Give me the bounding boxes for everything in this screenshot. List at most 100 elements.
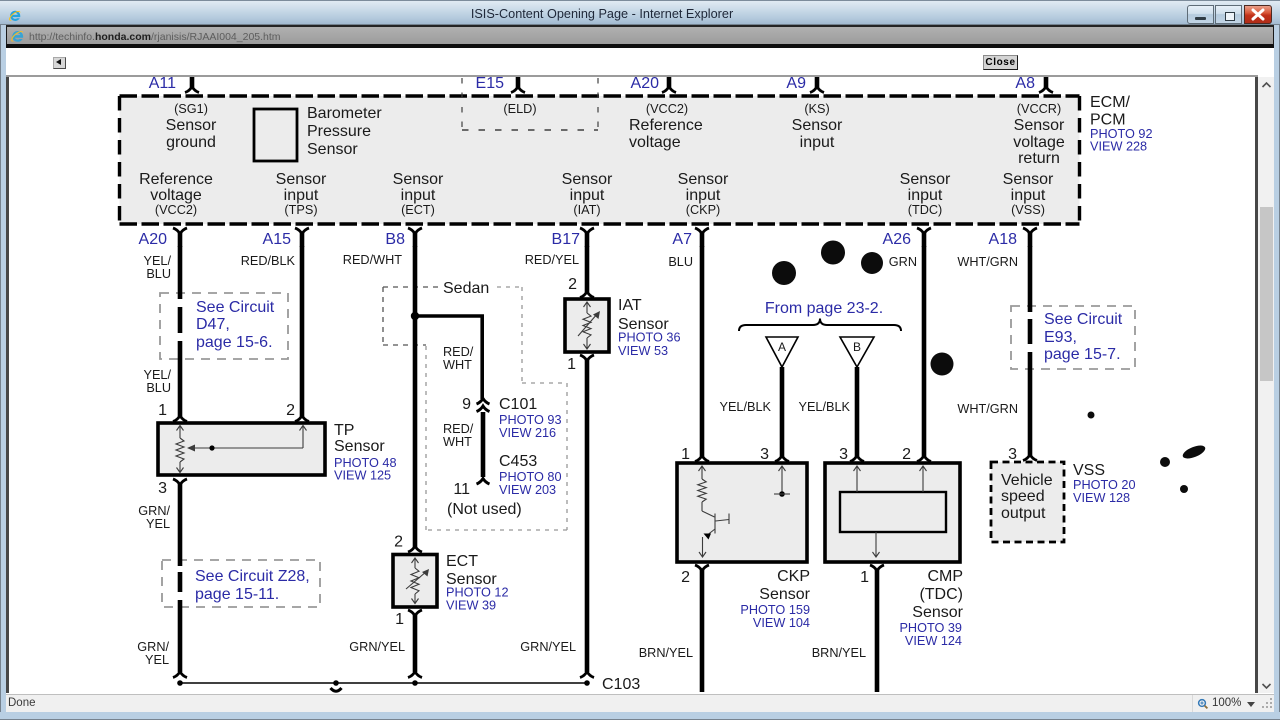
svg-text:Sensor: Sensor bbox=[562, 171, 613, 188]
svg-text:BLU: BLU bbox=[146, 381, 171, 395]
svg-text:Pressure: Pressure bbox=[307, 123, 371, 140]
svg-text:(VSS): (VSS) bbox=[1011, 203, 1045, 217]
svg-text:input: input bbox=[401, 187, 436, 204]
svg-text:YEL/: YEL/ bbox=[143, 368, 171, 382]
svg-text:RED/: RED/ bbox=[443, 422, 474, 436]
svg-text:RED/: RED/ bbox=[443, 345, 474, 359]
svg-text:PHOTO 39: PHOTO 39 bbox=[899, 621, 962, 635]
svg-text:3: 3 bbox=[1008, 446, 1017, 463]
svg-text:Reference: Reference bbox=[139, 171, 213, 188]
svg-text:Sensor: Sensor bbox=[166, 117, 217, 134]
svg-text:C453: C453 bbox=[499, 453, 537, 470]
svg-text:Sensor: Sensor bbox=[759, 586, 810, 603]
svg-text:1: 1 bbox=[681, 446, 690, 463]
svg-text:voltage: voltage bbox=[150, 187, 202, 204]
svg-text:GRN/: GRN/ bbox=[138, 504, 170, 518]
svg-text:(SG1): (SG1) bbox=[174, 102, 208, 116]
svg-text:From page 23-2.: From page 23-2. bbox=[765, 300, 883, 317]
svg-text:A18: A18 bbox=[989, 231, 1018, 248]
svg-text:output: output bbox=[1001, 505, 1046, 522]
svg-text:input: input bbox=[1011, 187, 1046, 204]
svg-text:Sensor: Sensor bbox=[393, 171, 444, 188]
svg-text:IAT: IAT bbox=[618, 297, 642, 314]
svg-text:WHT/GRN: WHT/GRN bbox=[957, 255, 1018, 269]
svg-text:A11: A11 bbox=[149, 75, 176, 92]
svg-text:See Circuit: See Circuit bbox=[196, 299, 275, 316]
svg-text:BRN/YEL: BRN/YEL bbox=[639, 646, 693, 660]
svg-text:1: 1 bbox=[395, 611, 404, 628]
svg-text:RED/WHT: RED/WHT bbox=[343, 253, 402, 267]
svg-text:VIEW 128: VIEW 128 bbox=[1073, 491, 1130, 505]
svg-text:(TPS): (TPS) bbox=[284, 203, 317, 217]
svg-text:PHOTO 20: PHOTO 20 bbox=[1073, 478, 1136, 492]
svg-text:(VCCR): (VCCR) bbox=[1017, 102, 1061, 116]
svg-text:PHOTO 93: PHOTO 93 bbox=[499, 413, 562, 427]
svg-text:voltage: voltage bbox=[629, 134, 681, 151]
svg-text:GRN/: GRN/ bbox=[137, 640, 169, 654]
svg-text:B: B bbox=[853, 340, 861, 354]
svg-text:(CKP): (CKP) bbox=[686, 203, 721, 217]
svg-text:voltage: voltage bbox=[1013, 134, 1065, 151]
svg-text:3: 3 bbox=[760, 446, 769, 463]
svg-text:D47,: D47, bbox=[196, 316, 230, 333]
svg-text:2: 2 bbox=[568, 276, 577, 293]
svg-text:CMP: CMP bbox=[927, 568, 963, 585]
svg-text:RED/YEL: RED/YEL bbox=[525, 253, 579, 267]
svg-text:BLU: BLU bbox=[146, 267, 171, 281]
svg-text:Sensor: Sensor bbox=[678, 171, 729, 188]
svg-text:input: input bbox=[570, 187, 605, 204]
svg-text:See Circuit Z28,: See Circuit Z28, bbox=[195, 568, 310, 585]
svg-text:VIEW 228: VIEW 228 bbox=[1090, 140, 1147, 154]
svg-text:Sensor: Sensor bbox=[792, 117, 843, 134]
svg-text:input: input bbox=[686, 187, 721, 204]
svg-text:9: 9 bbox=[462, 396, 471, 413]
svg-text:See Circuit: See Circuit bbox=[1044, 311, 1123, 328]
svg-text:B8: B8 bbox=[385, 231, 405, 248]
svg-text:1: 1 bbox=[860, 569, 869, 586]
svg-text:(IAT): (IAT) bbox=[573, 203, 600, 217]
svg-text:(Not used): (Not used) bbox=[447, 501, 522, 518]
svg-text:BRN/YEL: BRN/YEL bbox=[812, 646, 866, 660]
svg-text:CKP: CKP bbox=[777, 568, 810, 585]
svg-text:return: return bbox=[1018, 150, 1060, 167]
svg-text:Sensor: Sensor bbox=[1003, 171, 1054, 188]
svg-text:Sensor: Sensor bbox=[1014, 117, 1065, 134]
svg-text:YEL/BLK: YEL/BLK bbox=[799, 400, 851, 414]
svg-text:VIEW 203: VIEW 203 bbox=[499, 483, 556, 497]
svg-text:ECT: ECT bbox=[446, 553, 478, 570]
svg-text:1: 1 bbox=[158, 402, 167, 419]
svg-text:page 15-6.: page 15-6. bbox=[196, 334, 273, 351]
svg-text:VIEW 53: VIEW 53 bbox=[618, 344, 668, 358]
svg-text:GRN/YEL: GRN/YEL bbox=[349, 640, 405, 654]
svg-text:GRN/YEL: GRN/YEL bbox=[520, 640, 576, 654]
svg-text:PHOTO 12: PHOTO 12 bbox=[446, 586, 509, 600]
svg-text:TP: TP bbox=[334, 422, 354, 439]
svg-text:YEL/BLK: YEL/BLK bbox=[720, 400, 772, 414]
svg-text:WHT: WHT bbox=[443, 358, 472, 372]
svg-text:input: input bbox=[800, 134, 835, 151]
svg-text:A20: A20 bbox=[631, 75, 660, 92]
svg-text:VSS: VSS bbox=[1073, 462, 1105, 479]
svg-text:(VCC2): (VCC2) bbox=[646, 102, 688, 116]
svg-text:PHOTO 36: PHOTO 36 bbox=[618, 331, 681, 345]
svg-text:C101: C101 bbox=[499, 396, 537, 413]
svg-text:PCM: PCM bbox=[1090, 112, 1126, 129]
svg-text:Sensor: Sensor bbox=[276, 171, 327, 188]
svg-text:Sensor: Sensor bbox=[334, 438, 385, 455]
svg-text:11: 11 bbox=[453, 481, 470, 498]
svg-text:(KS): (KS) bbox=[804, 102, 829, 116]
svg-text:E15: E15 bbox=[476, 75, 505, 92]
svg-text:WHT: WHT bbox=[443, 435, 472, 449]
svg-text:2: 2 bbox=[681, 569, 690, 586]
svg-text:(TDC): (TDC) bbox=[919, 586, 963, 603]
svg-text:A9: A9 bbox=[786, 75, 806, 92]
svg-text:(ECT): (ECT) bbox=[401, 203, 435, 217]
svg-text:A15: A15 bbox=[263, 231, 292, 248]
svg-text:Sensor: Sensor bbox=[912, 604, 963, 621]
svg-text:2: 2 bbox=[902, 446, 911, 463]
svg-text:Sedan: Sedan bbox=[443, 280, 489, 297]
svg-text:input: input bbox=[284, 187, 319, 204]
svg-text:PHOTO 159: PHOTO 159 bbox=[740, 603, 810, 617]
svg-text:3: 3 bbox=[158, 480, 167, 497]
svg-text:1: 1 bbox=[567, 356, 576, 373]
